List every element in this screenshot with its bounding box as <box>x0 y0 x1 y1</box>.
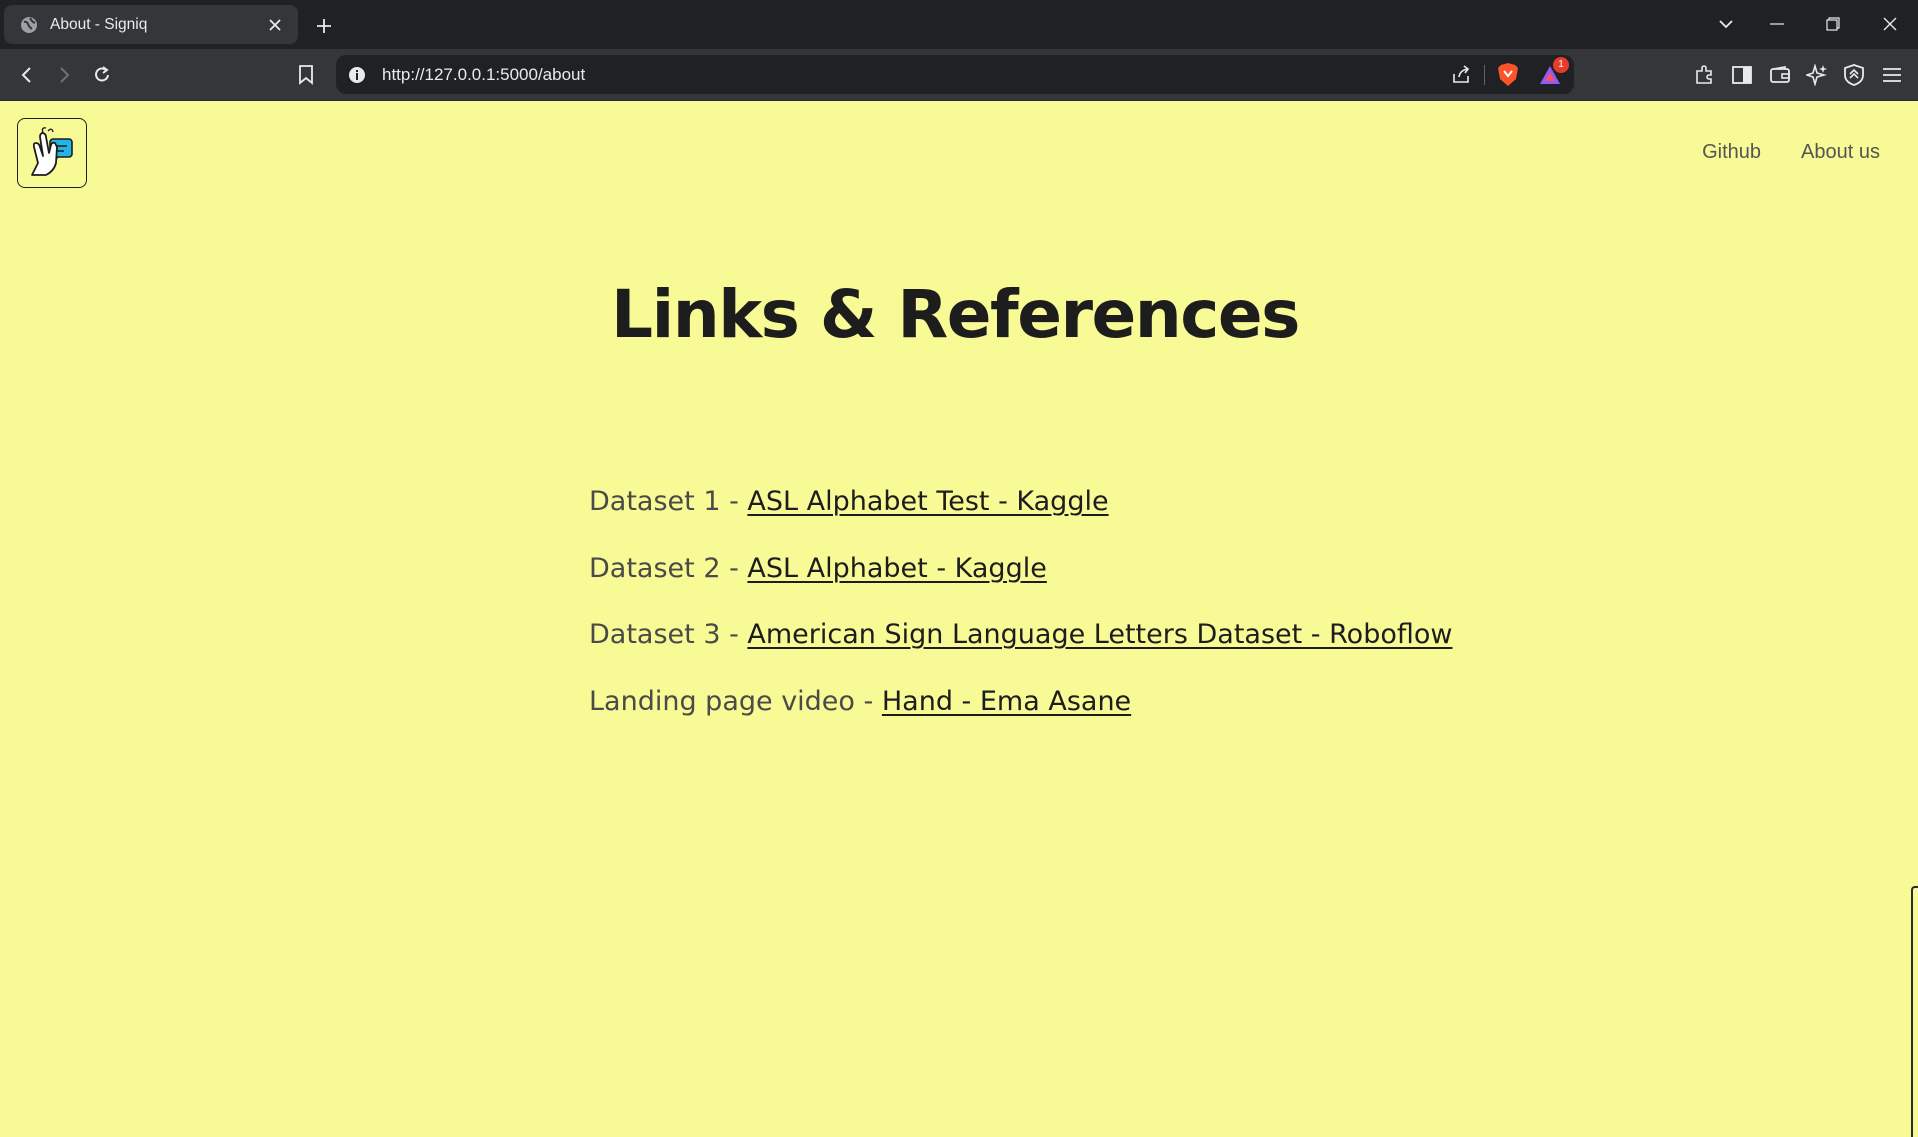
reference-link[interactable]: ASL Alphabet - Kaggle <box>747 553 1046 584</box>
globe-icon <box>20 16 38 34</box>
site-nav: Github About us <box>1702 141 1880 164</box>
brave-shields-icon[interactable] <box>1496 63 1520 87</box>
back-arrow-icon[interactable] <box>12 60 42 90</box>
bookmark-icon[interactable] <box>291 60 321 90</box>
vpn-shield-icon[interactable] <box>1839 60 1869 90</box>
references-list: Dataset 1 - ASL Alphabet Test - Kaggle D… <box>589 486 1452 752</box>
browser-tab-bar: About - Signiq <box>0 0 1918 49</box>
close-window-icon[interactable] <box>1870 8 1910 40</box>
sidebar-icon[interactable] <box>1727 60 1757 90</box>
nav-link-github[interactable]: Github <box>1702 141 1761 164</box>
reload-icon[interactable] <box>87 60 117 90</box>
tab-search-chevron-icon[interactable] <box>1706 8 1746 40</box>
reference-item: Landing page video - Hand - Ema Asane <box>589 686 1452 753</box>
wallet-icon[interactable] <box>1765 60 1795 90</box>
address-bar[interactable]: http://127.0.0.1:5000/about 1 <box>336 55 1574 94</box>
reference-item: Dataset 3 - American Sign Language Lette… <box>589 619 1452 686</box>
browser-toolbar: http://127.0.0.1:5000/about 1 <box>0 49 1918 101</box>
restore-window-icon[interactable] <box>1813 8 1853 40</box>
reference-link[interactable]: ASL Alphabet Test - Kaggle <box>747 486 1108 517</box>
minimize-window-icon[interactable] <box>1757 8 1797 40</box>
share-icon[interactable] <box>1449 63 1473 87</box>
nav-link-about-us[interactable]: About us <box>1801 141 1880 164</box>
reference-link[interactable]: Hand - Ema Asane <box>882 686 1131 717</box>
scrollbar[interactable] <box>1911 886 1918 1137</box>
omnibox-divider <box>1484 65 1485 85</box>
rewards-badge: 1 <box>1553 57 1569 73</box>
browser-tab[interactable]: About - Signiq <box>4 5 298 44</box>
leo-ai-icon[interactable] <box>1802 60 1832 90</box>
page-title: Links & References <box>611 276 1300 353</box>
extensions-icon[interactable] <box>1690 60 1720 90</box>
new-tab-button[interactable] <box>310 12 338 40</box>
forward-arrow-icon[interactable] <box>49 60 79 90</box>
hand-sign-logo[interactable] <box>17 118 87 188</box>
page-content: Github About us Links & References Datas… <box>0 101 1918 1137</box>
reference-link[interactable]: American Sign Language Letters Dataset -… <box>747 619 1452 650</box>
reference-item: Dataset 1 - ASL Alphabet Test - Kaggle <box>589 486 1452 553</box>
url-text: http://127.0.0.1:5000/about <box>382 65 586 84</box>
reference-prefix: Landing page video - <box>589 685 882 717</box>
close-tab-icon[interactable] <box>264 14 286 36</box>
menu-icon[interactable] <box>1877 60 1907 90</box>
tab-title: About - Signiq <box>50 15 148 33</box>
reference-item: Dataset 2 - ASL Alphabet - Kaggle <box>589 553 1452 620</box>
reference-prefix: Dataset 1 - <box>589 486 748 517</box>
site-info-icon[interactable] <box>346 64 368 86</box>
reference-prefix: Dataset 2 - <box>589 552 748 584</box>
reference-prefix: Dataset 3 - <box>589 619 748 650</box>
